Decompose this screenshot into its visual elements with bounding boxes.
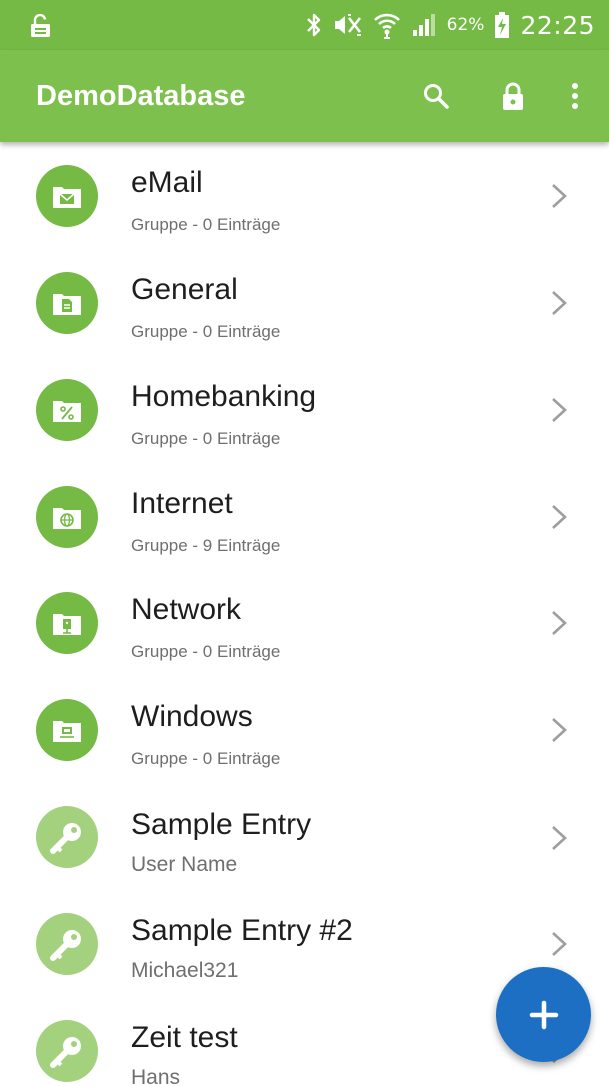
chevron-right-icon (552, 718, 567, 742)
key-icon (50, 930, 81, 961)
battery-percent: 62% (446, 15, 485, 35)
group-avatar (36, 379, 98, 441)
list-item-subtitle: Gruppe - 0 Einträge (131, 429, 281, 448)
chevron-right-icon (552, 184, 567, 208)
overflow-menu-button[interactable] (551, 72, 599, 120)
list-item-subtitle: Gruppe - 0 Einträge (131, 322, 281, 341)
group-avatar (36, 486, 98, 548)
globe-folder-icon (53, 508, 81, 529)
list-item-subtitle: Gruppe - 9 Einträge (131, 536, 281, 555)
search-button[interactable] (412, 72, 460, 120)
status-clock: 22:25 (520, 10, 595, 40)
list-item-title: Sample Entry (131, 808, 312, 841)
battery-charging-icon (495, 12, 510, 38)
percent-folder-icon (53, 401, 81, 422)
windows-folder-icon (53, 721, 81, 742)
list-item-title: Windows (131, 700, 253, 733)
list-item-title: General (131, 273, 238, 306)
group-avatar (36, 699, 98, 761)
wifi-icon (373, 13, 400, 39)
key-icon (50, 1037, 81, 1068)
app-title: DemoDatabase (36, 80, 246, 112)
chevron-right-icon (552, 611, 567, 635)
group-avatar (36, 272, 98, 334)
more-vertical-icon (572, 83, 578, 109)
group-avatar (36, 592, 98, 654)
list-item-subtitle: User Name (131, 853, 238, 876)
list-item-subtitle: Michael321 (131, 959, 239, 982)
mute-icon (334, 14, 361, 36)
chevron-right-icon (552, 932, 567, 956)
key-icon (50, 823, 81, 854)
bluetooth-icon (306, 13, 320, 37)
mail-folder-icon (53, 187, 81, 208)
list-item-homebanking[interactable]: Homebanking Gruppe - 0 Einträge (0, 355, 609, 461)
status-bar: 62% 22:25 (0, 0, 609, 50)
unlocked-icon (31, 14, 50, 37)
list-item-title: Sample Entry #2 (131, 914, 353, 947)
lock-database-button[interactable] (489, 72, 537, 120)
list-item-subtitle: Hans (131, 1066, 181, 1086)
list-item-email[interactable]: eMail Gruppe - 0 Einträge (0, 142, 609, 248)
list-item-internet[interactable]: Internet Gruppe - 9 Einträge (0, 462, 609, 568)
list-item-network[interactable]: Network Gruppe - 0 Einträge (0, 569, 609, 675)
signal-icon (412, 14, 435, 36)
entry-list: eMail Gruppe - 0 Einträge General Gruppe… (0, 142, 609, 1086)
list-item-subtitle: Gruppe - 0 Einträge (131, 215, 281, 234)
app-bar: DemoDatabase (0, 50, 609, 142)
entry-avatar (36, 913, 98, 975)
status-icons: 62% 22:25 (305, 0, 595, 50)
chevron-right-icon (552, 291, 567, 315)
search-icon (424, 84, 449, 109)
add-entry-button[interactable] (496, 967, 591, 1062)
list-item-subtitle: Gruppe - 0 Einträge (131, 749, 281, 768)
network-folder-icon (53, 614, 81, 635)
chevron-right-icon (552, 398, 567, 422)
list-item-general[interactable]: General Gruppe - 0 Einträge (0, 249, 609, 355)
list-item-sample-entry[interactable]: Sample Entry User Name (0, 782, 609, 888)
group-avatar (36, 165, 98, 227)
document-folder-icon (53, 294, 81, 315)
lock-icon (503, 82, 523, 110)
chevron-right-icon (552, 826, 567, 850)
list-item-title: Network (131, 593, 242, 626)
entry-avatar (36, 1020, 98, 1082)
list-item-title: Zeit test (131, 1021, 238, 1054)
chevron-right-icon (552, 505, 567, 529)
entry-avatar (36, 806, 98, 868)
list-item-windows[interactable]: Windows Gruppe - 0 Einträge (0, 675, 609, 781)
list-item-title: Internet (131, 487, 233, 520)
list-item-subtitle: Gruppe - 0 Einträge (131, 642, 281, 661)
list-item-title: Homebanking (131, 380, 317, 413)
plus-icon (529, 1000, 558, 1029)
list-item-title: eMail (131, 166, 203, 199)
